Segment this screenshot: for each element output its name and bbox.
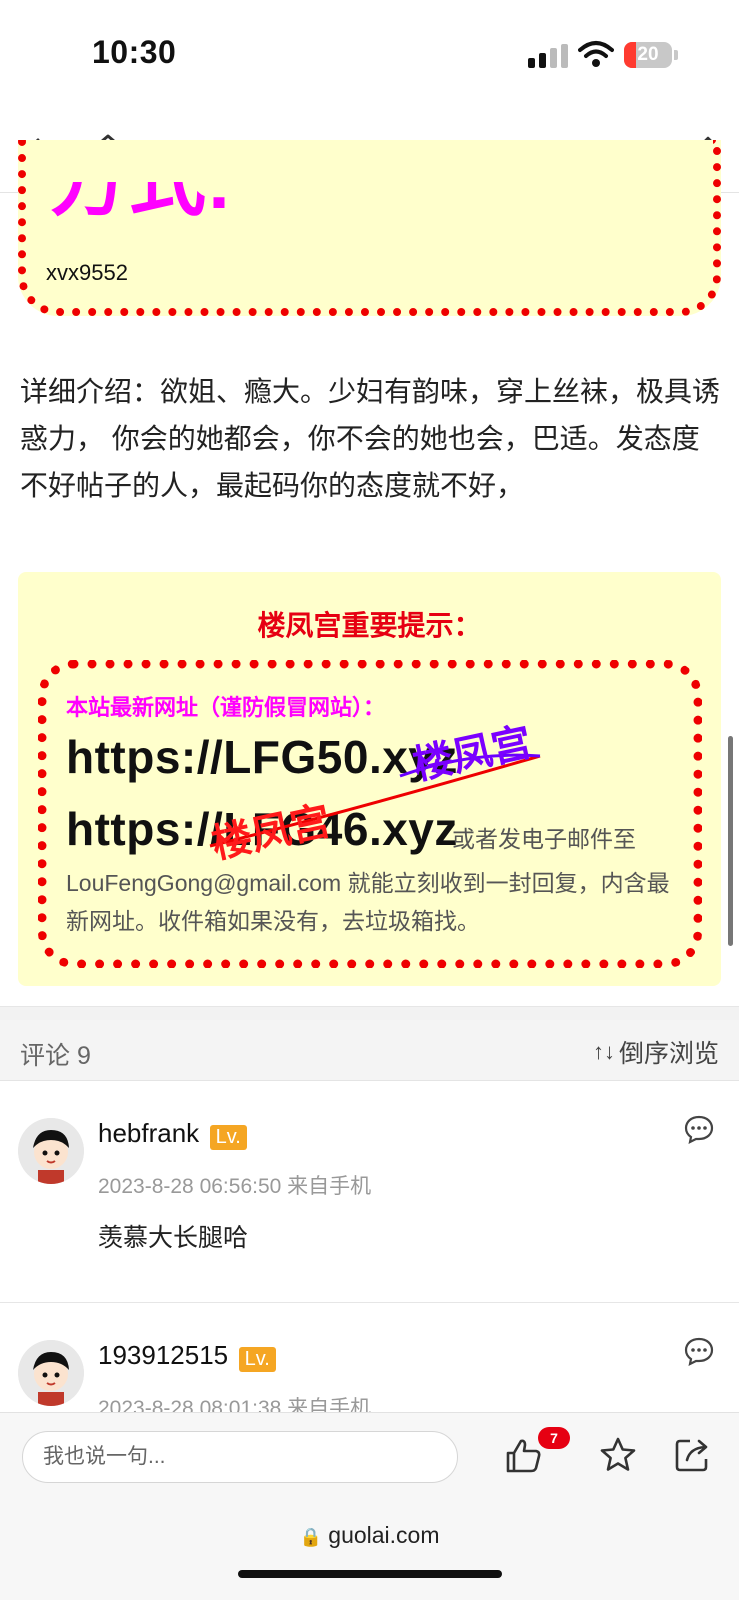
watermark-logo: 楼凤宫 楼凤宫 xyxy=(208,719,541,866)
sort-toggle-button[interactable]: ↑↓ 倒序浏览 xyxy=(593,1034,719,1070)
cellular-signal-icon xyxy=(528,44,568,68)
comment-author: hebfrank Lv. xyxy=(98,1118,247,1151)
url-display[interactable]: 🔒 guolai.com xyxy=(0,1522,739,1549)
avatar-icon xyxy=(18,1118,84,1184)
email-instructions: LouFengGong@gmail.com 就能立刻收到一封回复，内含最新网址。… xyxy=(66,870,670,934)
battery-icon: 20 xyxy=(624,42,680,70)
comment-text: 羡慕大长腿哈 xyxy=(98,1224,249,1252)
comment-count: 评论 9 xyxy=(20,1042,91,1070)
wechat-id: xvx9552 xyxy=(46,260,128,285)
sort-label: 倒序浏览 xyxy=(618,1040,719,1068)
comment-divider xyxy=(0,1302,739,1303)
level-badge: Lv. xyxy=(238,1347,276,1373)
star-icon[interactable] xyxy=(598,1435,638,1475)
bottom-action-bar: 我也说一句... 7 xyxy=(0,1412,739,1501)
reply-bubble-icon[interactable] xyxy=(683,1114,715,1144)
sort-icon: ↑↓ xyxy=(592,1039,615,1064)
comment-header: 评论 9 ↑↓ 倒序浏览 xyxy=(0,1020,739,1081)
scrollbar[interactable] xyxy=(728,736,733,946)
wifi-icon xyxy=(578,41,614,67)
avatar[interactable] xyxy=(18,1340,84,1406)
section-divider xyxy=(0,1006,739,1021)
avatar-icon xyxy=(18,1340,84,1406)
level-badge: Lv. xyxy=(209,1125,247,1151)
share-icon[interactable] xyxy=(672,1435,712,1475)
comment-input[interactable]: 我也说一句... xyxy=(22,1431,458,1483)
browser-url-bar: 🔒 guolai.com xyxy=(0,1500,739,1600)
svg-text:楼凤宫: 楼凤宫 xyxy=(208,798,335,866)
reply-bubble-icon[interactable] xyxy=(683,1336,715,1366)
username[interactable]: 193912515 xyxy=(98,1340,228,1370)
notice-title: 楼凤宫重要提示： xyxy=(257,610,482,641)
contact-box xyxy=(18,140,721,316)
domain-text: guolai.com xyxy=(328,1522,440,1548)
home-indicator[interactable] xyxy=(238,1570,502,1578)
comment-author: 193912515 Lv. xyxy=(98,1340,276,1373)
username[interactable]: hebfrank xyxy=(98,1118,199,1148)
like-count-badge: 7 xyxy=(538,1427,570,1449)
battery-level: 20 xyxy=(637,44,659,65)
status-bar: 10:30 20 xyxy=(0,0,739,110)
post-description: 详细介绍：欲姐、瘾大。少妇有韵味，穿上丝袜，极具诱惑力， 你会的她都会，你不会的… xyxy=(20,376,721,501)
lock-icon: 🔒 xyxy=(299,1527,322,1547)
svg-text:楼凤宫: 楼凤宫 xyxy=(409,719,536,789)
comment-time: 2023-8-28 06:56:50 来自手机 xyxy=(98,1175,372,1198)
clock: 10:30 xyxy=(92,34,177,70)
avatar[interactable] xyxy=(18,1118,84,1184)
